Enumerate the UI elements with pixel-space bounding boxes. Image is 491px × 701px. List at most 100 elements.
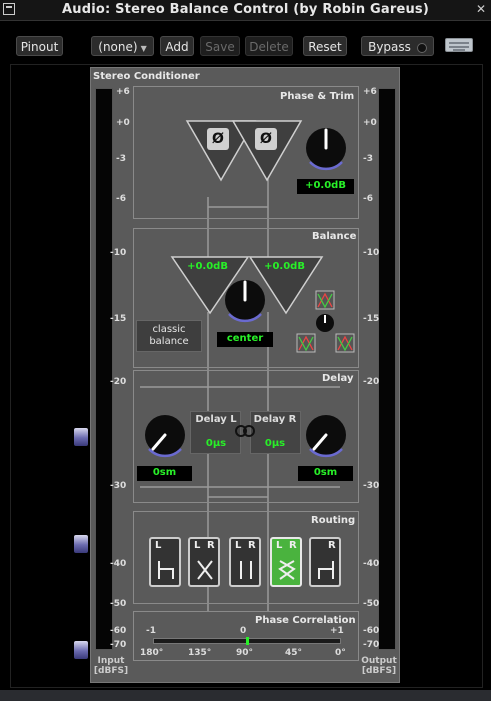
input-scale-label: +0 — [116, 118, 130, 128]
phase-icon: Ø — [260, 131, 272, 147]
input-scale-label: -15 — [110, 314, 127, 324]
delay-right-time: 0µs — [264, 438, 286, 449]
status-strip — [0, 690, 491, 701]
balance-knob[interactable] — [221, 276, 269, 324]
delay-right-distance: 0sm — [298, 466, 353, 481]
input-scale-label: -10 — [110, 248, 127, 258]
input-scale-label: -50 — [110, 599, 127, 609]
routing-glyph-icon — [240, 561, 252, 579]
input-gain-handle-2[interactable] — [74, 535, 88, 553]
output-meter-label: Output [dBFS] — [358, 656, 400, 676]
input-scale-label: -60 — [110, 626, 127, 636]
add-preset-button[interactable]: Add — [160, 36, 194, 56]
phase-icon: Ø — [212, 131, 224, 147]
routing-glyph-icon — [318, 561, 334, 579]
corr-label-pos1: +1 — [330, 626, 344, 636]
output-scale-label: -50 — [363, 599, 380, 609]
phase-invert-triangles — [185, 120, 303, 182]
input-gain-handle-3[interactable] — [74, 641, 88, 659]
output-scale-label: +6 — [363, 87, 377, 97]
delay-left-time: 0µs — [205, 438, 227, 449]
balance-title: Balance — [312, 231, 357, 242]
routing-button-3[interactable]: LR — [229, 537, 261, 587]
delay-left-knob[interactable] — [142, 412, 188, 458]
input-scale-label: -6 — [116, 194, 126, 204]
input-scale-label: -3 — [116, 154, 126, 164]
correlation-bottom-labels: 180° 135° 90° 45° 0° — [138, 648, 358, 659]
input-scale-label: -30 — [110, 481, 127, 491]
trim-value: +0.0dB — [297, 179, 354, 194]
routing-button-4[interactable]: LR — [270, 537, 302, 587]
balance-position: center — [217, 332, 273, 347]
title-bar: Audio: Stereo Balance Control (by Robin … — [0, 0, 491, 21]
routing-title: Routing — [311, 515, 356, 526]
phase-trim-title: Phase & Trim — [280, 91, 355, 102]
delay-left-label: Delay L — [195, 414, 237, 425]
toolbar: Pinout (none) ▼ Add Save Delete Reset Byp… — [0, 21, 491, 63]
balance-mode-icons — [296, 290, 355, 353]
output-scale-label: -60 — [363, 626, 380, 636]
input-scale-label: -20 — [110, 377, 127, 387]
corr-deg-180: 180° — [140, 648, 164, 658]
balance-mode-button[interactable]: classic balance — [136, 320, 202, 352]
bypass-label: Bypass — [368, 40, 411, 54]
input-scale-label: +6 — [116, 87, 130, 97]
close-icon[interactable]: ✕ — [475, 3, 487, 15]
link-icon[interactable] — [234, 424, 256, 438]
routing-glyph-icon — [278, 560, 296, 580]
input-meter-label: Input [dBFS] — [92, 656, 130, 676]
preset-dropdown[interactable]: (none) ▼ — [91, 36, 154, 56]
corr-deg-45: 45° — [285, 648, 303, 658]
delay-right-label: Delay R — [253, 414, 297, 425]
plugin-title: Stereo Conditioner — [93, 71, 200, 82]
corr-deg-135: 135° — [188, 648, 212, 658]
input-scale-label: -40 — [110, 559, 127, 569]
routing-glyph-icon — [197, 560, 213, 580]
output-scale-label: +0 — [363, 118, 377, 128]
routing-button-5[interactable]: R — [309, 537, 341, 587]
routing-button-2[interactable]: LR — [188, 537, 220, 587]
input-label-line1: Input — [97, 656, 125, 666]
save-preset-button[interactable]: Save — [200, 36, 240, 56]
output-scale-label: -20 — [363, 377, 380, 387]
correlation-indicator — [246, 637, 249, 645]
window-title: Audio: Stereo Balance Control (by Robin … — [61, 2, 430, 17]
corr-deg-0: 0° — [335, 648, 346, 658]
gain-left-value[interactable]: +0.0dB — [185, 261, 230, 272]
output-scale-label: -3 — [363, 154, 373, 164]
routing-glyph-icon — [158, 561, 174, 579]
pinout-button[interactable]: Pinout — [16, 36, 63, 56]
keyboard-icon[interactable] — [445, 38, 473, 52]
delay-right-knob[interactable] — [303, 412, 349, 458]
output-scale-label: -15 — [363, 314, 380, 324]
output-scale-label: -40 — [363, 559, 380, 569]
balance-mode-line2: balance — [149, 336, 189, 347]
reset-button[interactable]: Reset — [303, 36, 347, 56]
corr-label-0: 0 — [240, 626, 247, 636]
output-scale-label: -30 — [363, 481, 380, 491]
output-scale-label: -6 — [363, 194, 373, 204]
output-label-line1: Output — [361, 656, 397, 666]
bypass-led-icon — [416, 42, 427, 53]
output-scale-label: -10 — [363, 248, 380, 258]
input-scale-label: -70 — [110, 640, 127, 650]
routing-button-1[interactable]: L — [149, 537, 181, 587]
phase-invert-left-button[interactable]: Ø — [207, 128, 229, 150]
balance-mode-line1: classic — [152, 324, 186, 335]
gain-right-value[interactable]: +0.0dB — [262, 261, 307, 272]
input-gain-handle[interactable] — [74, 428, 88, 446]
trim-knob[interactable] — [302, 124, 350, 172]
chevron-down-icon: ▼ — [140, 44, 147, 53]
output-label-line2: [dBFS] — [361, 666, 397, 676]
preset-value: (none) — [98, 40, 138, 54]
phase-correlation-title: Phase Correlation — [255, 615, 356, 626]
corr-label-neg1: -1 — [146, 626, 156, 636]
phase-invert-right-button[interactable]: Ø — [255, 128, 277, 150]
correlation-top-labels: -1 0 +1 — [143, 626, 358, 637]
output-scale-label: -70 — [363, 640, 380, 650]
delay-title: Delay — [322, 373, 354, 384]
input-label-line2: [dBFS] — [93, 666, 129, 676]
bypass-button[interactable]: Bypass — [361, 36, 434, 56]
delay-left-distance: 0sm — [137, 466, 192, 481]
delete-preset-button[interactable]: Delete — [245, 36, 293, 56]
